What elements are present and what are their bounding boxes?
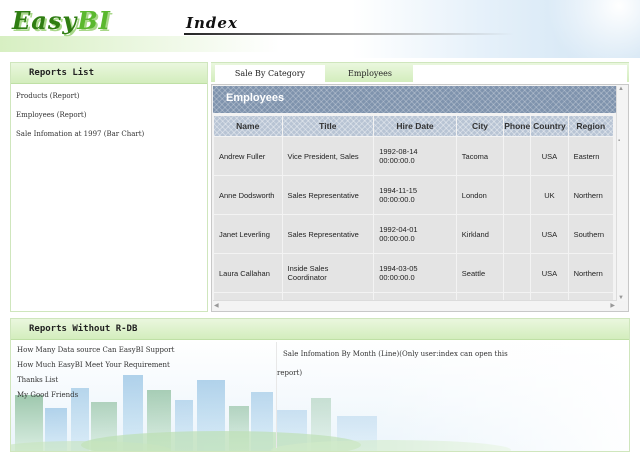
cell-name: Anne Dodsworth xyxy=(214,176,282,214)
reports-without-db-list: How Many Data source Can EasyBI Support … xyxy=(17,343,174,403)
easybi-logo: EasyBI xyxy=(12,6,111,35)
employees-table-container: Name Title Hire Date City Phone Country … xyxy=(213,115,616,301)
cell-phone xyxy=(504,254,531,292)
cell-hire-date: 1992-08-14 00:00:00.0 xyxy=(374,137,456,175)
report-link-employees[interactable]: Employees (Report) xyxy=(11,106,207,125)
cell-region: Northern xyxy=(568,254,613,292)
tab-sale-by-category[interactable]: Sale By Category xyxy=(215,65,325,83)
vertical-scrollbar[interactable]: ▲ ▪ ▼ xyxy=(616,86,627,301)
scroll-right-icon[interactable]: ▶ xyxy=(610,302,615,309)
reports-without-db-panel: Reports Without R-DB How Many Data sourc… xyxy=(10,318,630,452)
column-header-city[interactable]: City xyxy=(456,116,504,136)
column-header-phone[interactable]: Phone xyxy=(504,116,531,136)
sky-decoration xyxy=(500,0,640,58)
horizontal-scrollbar[interactable]: ◀ ▶ xyxy=(213,300,616,310)
cell-city: Seattle xyxy=(456,254,504,292)
cell-title: Sales Representative xyxy=(282,176,374,214)
cell-hire-date: 1994-11-15 00:00:00.0 xyxy=(374,176,456,214)
cell-country: USA xyxy=(531,254,568,292)
cell-name: Andrew Fuller xyxy=(214,137,282,175)
cell-title: Vice President, Sales xyxy=(282,137,374,175)
note-line-1: Sale Infomation By Month (Line)(Only use… xyxy=(283,350,508,358)
report-title: Employees xyxy=(213,86,616,113)
reports-without-db-title: Reports Without R-DB xyxy=(11,319,629,340)
cell-name: Janet Leverling xyxy=(214,215,282,253)
cell-city: Tacoma xyxy=(456,137,504,175)
cell-phone xyxy=(504,215,531,253)
note-line-2: report) xyxy=(277,369,303,377)
report-link-sale-1997-bar-chart[interactable]: Sale Infomation at 1997 (Bar Chart) xyxy=(11,125,207,144)
page-title: Index xyxy=(186,14,238,32)
report-link-products[interactable]: Products (Report) xyxy=(11,87,207,106)
column-header-region[interactable]: Region xyxy=(568,116,613,136)
report-viewer: Employees Name Title Hire Date City Phon… xyxy=(211,84,629,312)
cell-hire-date: 1992-04-01 00:00:00.0 xyxy=(374,215,456,253)
column-header-hire-date[interactable]: Hire Date xyxy=(374,116,456,136)
table-row: Laura Callahan Inside Sales Coordinator … xyxy=(214,254,613,292)
table-row: Anne Dodsworth Sales Representative 1994… xyxy=(214,176,613,214)
cell-title: Sales Representative xyxy=(282,215,374,253)
cell-phone xyxy=(504,137,531,175)
report-tabs: Sale By Category Employees xyxy=(211,62,629,83)
report-link-good-friends[interactable]: My Good Friends xyxy=(17,388,174,403)
table-row: Andrew Fuller Vice President, Sales 1992… xyxy=(214,137,613,175)
cell-region: Eastern xyxy=(568,137,613,175)
report-link-requirements[interactable]: How Much EasyBI Meet Your Requirement xyxy=(17,358,174,373)
cell-phone xyxy=(504,176,531,214)
employees-table: Name Title Hire Date City Phone Country … xyxy=(213,115,614,301)
reports-list: Products (Report) Employees (Report) Sal… xyxy=(11,84,207,144)
page-header: EasyBI Index xyxy=(0,0,640,58)
cell-title: Inside Sales Coordinator xyxy=(282,254,374,292)
table-row: Janet Leverling Sales Representative 199… xyxy=(214,215,613,253)
scroll-left-icon[interactable]: ◀ xyxy=(214,302,219,309)
scroll-down-icon[interactable]: ▼ xyxy=(618,295,624,301)
cell-country: UK xyxy=(531,176,568,214)
sale-by-month-note: Sale Infomation By Month (Line)(Only use… xyxy=(277,345,537,383)
header-accent xyxy=(0,36,280,52)
column-header-name[interactable]: Name xyxy=(214,116,282,136)
cell-country: USA xyxy=(531,137,568,175)
title-underline xyxy=(184,33,514,35)
column-header-title[interactable]: Title xyxy=(282,116,374,136)
logo-suffix: BI xyxy=(77,6,111,35)
scroll-up-icon[interactable]: ▲ xyxy=(618,86,624,92)
cell-country: USA xyxy=(531,215,568,253)
table-header-row: Name Title Hire Date City Phone Country … xyxy=(214,116,613,136)
column-header-country[interactable]: Country xyxy=(531,116,568,136)
tab-employees[interactable]: Employees xyxy=(329,65,411,83)
logo-prefix: Easy xyxy=(12,6,78,35)
scroll-thumb[interactable]: ▪ xyxy=(618,138,620,144)
reports-list-title: Reports List xyxy=(11,63,207,84)
report-link-data-sources[interactable]: How Many Data source Can EasyBI Support xyxy=(17,343,174,358)
reports-list-panel: Reports List Products (Report) Employees… xyxy=(10,62,208,312)
tab-strip-filler xyxy=(413,65,627,83)
report-link-thanks-list[interactable]: Thanks List xyxy=(17,373,174,388)
cell-city: London xyxy=(456,176,504,214)
cell-name: Laura Callahan xyxy=(214,254,282,292)
cell-region: Northern xyxy=(568,176,613,214)
cell-region: Southern xyxy=(568,215,613,253)
cell-hire-date: 1994-03-05 00:00:00.0 xyxy=(374,254,456,292)
cell-city: Kirkland xyxy=(456,215,504,253)
